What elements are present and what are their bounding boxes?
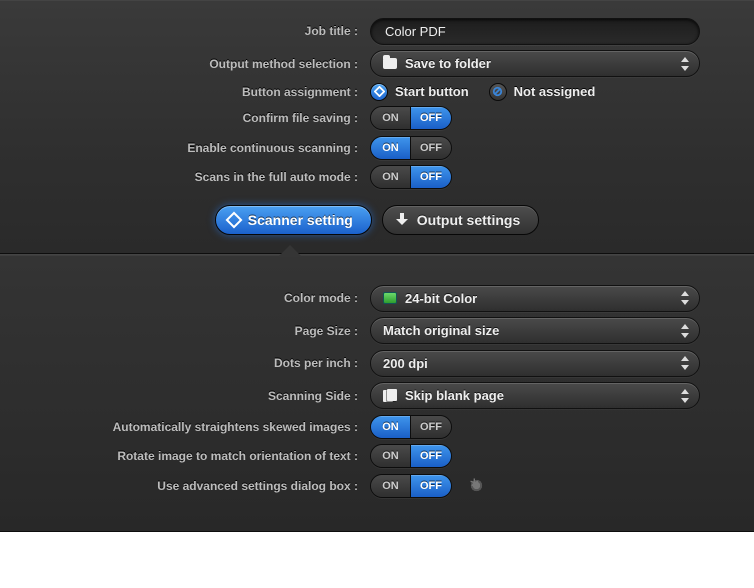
toggle-on[interactable]: ON: [371, 107, 411, 129]
diamond-icon: [225, 212, 242, 229]
color-mode-select[interactable]: 24-bit Color: [370, 285, 700, 312]
output-method-value: Save to folder: [405, 56, 491, 71]
not-assigned-radio-label: Not assigned: [514, 84, 596, 99]
dpi-value: 200 dpi: [383, 356, 428, 371]
toggle-off[interactable]: OFF: [411, 107, 451, 129]
rotate-toggle[interactable]: ON OFF: [370, 444, 452, 468]
scanning-side-label: Scanning Side :: [40, 389, 370, 403]
toggle-off[interactable]: OFF: [411, 166, 451, 188]
toggle-off[interactable]: OFF: [411, 475, 451, 497]
page-size-label: Page Size :: [40, 324, 370, 338]
job-title-input[interactable]: [370, 18, 700, 45]
dpi-select[interactable]: 200 dpi: [370, 350, 700, 377]
download-icon: [395, 213, 409, 227]
continuous-label: Enable continuous scanning :: [40, 141, 370, 155]
settings-tabs: Scanner setting Output settings: [40, 205, 714, 235]
toggle-off[interactable]: OFF: [411, 137, 451, 159]
scanning-side-value: Skip blank page: [405, 388, 504, 403]
output-method-label: Output method selection :: [40, 57, 370, 71]
advanced-toggle[interactable]: ON OFF: [370, 474, 452, 498]
confirm-saving-label: Confirm file saving :: [40, 111, 370, 125]
start-button-radio[interactable]: Start button: [370, 83, 469, 101]
chevron-updown-icon: [680, 57, 690, 71]
chevron-updown-icon: [680, 324, 690, 338]
pages-icon: [383, 389, 397, 402]
chevron-updown-icon: [680, 291, 690, 305]
confirm-saving-toggle[interactable]: ON OFF: [370, 106, 452, 130]
toggle-on[interactable]: ON: [371, 416, 411, 438]
general-settings-panel: Job title : Output method selection : Sa…: [0, 0, 754, 254]
chevron-updown-icon: [680, 356, 690, 370]
color-mode-label: Color mode :: [40, 291, 370, 305]
color-mode-value: 24-bit Color: [405, 291, 477, 306]
advanced-label: Use advanced settings dialog box :: [40, 479, 370, 493]
page-size-select[interactable]: Match original size: [370, 317, 700, 344]
folder-icon: [383, 58, 397, 69]
tab-output-settings[interactable]: Output settings: [382, 205, 539, 235]
job-title-label: Job title :: [40, 24, 370, 38]
toggle-on[interactable]: ON: [371, 445, 411, 467]
chevron-updown-icon: [680, 389, 690, 403]
straighten-toggle[interactable]: ON OFF: [370, 415, 452, 439]
dpi-label: Dots per inch :: [40, 356, 370, 370]
toggle-off[interactable]: OFF: [411, 445, 451, 467]
start-button-radio-label: Start button: [395, 84, 469, 99]
prohibit-icon: [489, 83, 507, 101]
continuous-toggle[interactable]: ON OFF: [370, 136, 452, 160]
tab-output-label: Output settings: [417, 212, 520, 228]
output-method-select[interactable]: Save to folder: [370, 50, 700, 77]
straighten-label: Automatically straightens skewed images …: [40, 420, 370, 434]
toggle-on[interactable]: ON: [371, 137, 411, 159]
tab-scanner-setting[interactable]: Scanner setting: [215, 205, 372, 235]
diamond-icon: [370, 83, 388, 101]
full-auto-toggle[interactable]: ON OFF: [370, 165, 452, 189]
button-assignment-group: Start button Not assigned: [370, 83, 595, 101]
scanning-side-select[interactable]: Skip blank page: [370, 382, 700, 409]
scanner-setting-panel: Color mode : 24-bit Color Page Size : Ma…: [0, 254, 754, 532]
toggle-off[interactable]: OFF: [411, 416, 451, 438]
gear-icon[interactable]: [468, 477, 485, 494]
toggle-on[interactable]: ON: [371, 475, 411, 497]
rotate-label: Rotate image to match orientation of tex…: [40, 449, 370, 463]
toggle-on[interactable]: ON: [371, 166, 411, 188]
page-size-value: Match original size: [383, 323, 499, 338]
image-icon: [383, 292, 397, 304]
not-assigned-radio[interactable]: Not assigned: [489, 83, 596, 101]
full-auto-label: Scans in the full auto mode :: [40, 170, 370, 184]
tab-scanner-label: Scanner setting: [248, 212, 353, 228]
button-assignment-label: Button assignment :: [40, 85, 370, 99]
